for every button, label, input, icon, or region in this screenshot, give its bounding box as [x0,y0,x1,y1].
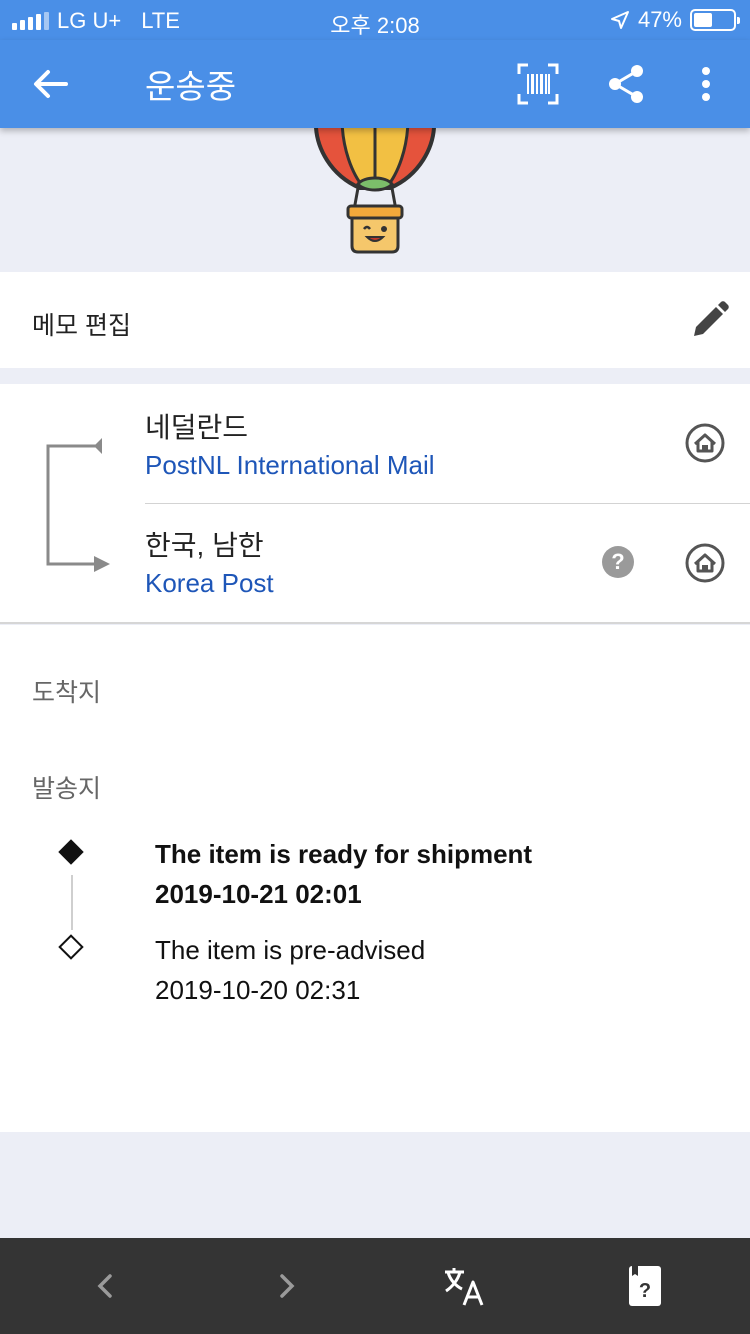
destination-row[interactable]: 한국, 남한 Korea Post ? [145,504,750,624]
chevron-right-icon[interactable] [264,1264,308,1308]
route-connector-icon [46,438,110,572]
page-bottom-spacer [0,1132,750,1238]
event-description: The item is pre-advised [155,935,426,965]
origin-section-label: 발송지 [32,775,102,803]
location-arrow-icon [610,11,629,29]
bottom-toolbar: ? [0,1238,750,1334]
destination-country: 한국, 남한 [145,530,264,561]
help-icon[interactable]: ? [602,546,634,578]
event-datetime: 2019-10-21 02:01 [155,879,362,909]
timeline-connector [71,875,73,930]
battery-percent: 47% [637,7,682,32]
origin-carrier-link[interactable]: PostNL International Mail [145,450,435,481]
share-icon[interactable] [604,62,648,106]
origin-row[interactable]: 네덜란드 PostNL International Mail [145,384,750,504]
timeline-past-diamond-icon [58,934,84,960]
event-datetime: 2019-10-20 02:31 [155,975,361,1005]
route-card: 네덜란드 PostNL International Mail 한국, 남한 Ko… [0,384,750,624]
tracking-details: 도착지 발송지 The item is ready for shipment 2… [0,625,750,1132]
carrier-home-icon[interactable] [684,542,726,584]
carrier-home-icon[interactable] [684,422,726,464]
page-title: 운송중 [145,68,237,105]
hot-air-balloon-icon [314,128,436,254]
more-vert-icon[interactable] [684,62,728,106]
origin-country: 네덜란드 [145,412,249,443]
battery-icon [690,9,740,31]
svg-text:?: ? [639,1280,651,1302]
destination-carrier-link[interactable]: Korea Post [145,568,274,599]
barcode-scan-icon[interactable] [516,62,560,106]
back-arrow-icon[interactable] [28,62,72,106]
chevron-left-icon[interactable] [84,1264,128,1308]
memo-edit-label: 메모 편집 [32,312,131,340]
destination-section-label: 도착지 [32,679,102,707]
status-bar: LG U+ LTE 오후 2:08 47% [0,0,750,40]
app-bar: 운송중 [0,40,750,128]
status-illustration [0,128,750,272]
event-description: The item is ready for shipment [155,839,533,869]
memo-edit-row[interactable]: 메모 편집 [0,272,750,368]
help-book-icon[interactable]: ? [624,1264,668,1308]
translate-icon[interactable] [442,1264,486,1308]
pencil-icon[interactable] [690,300,730,340]
timeline-current-diamond-icon [58,839,84,865]
